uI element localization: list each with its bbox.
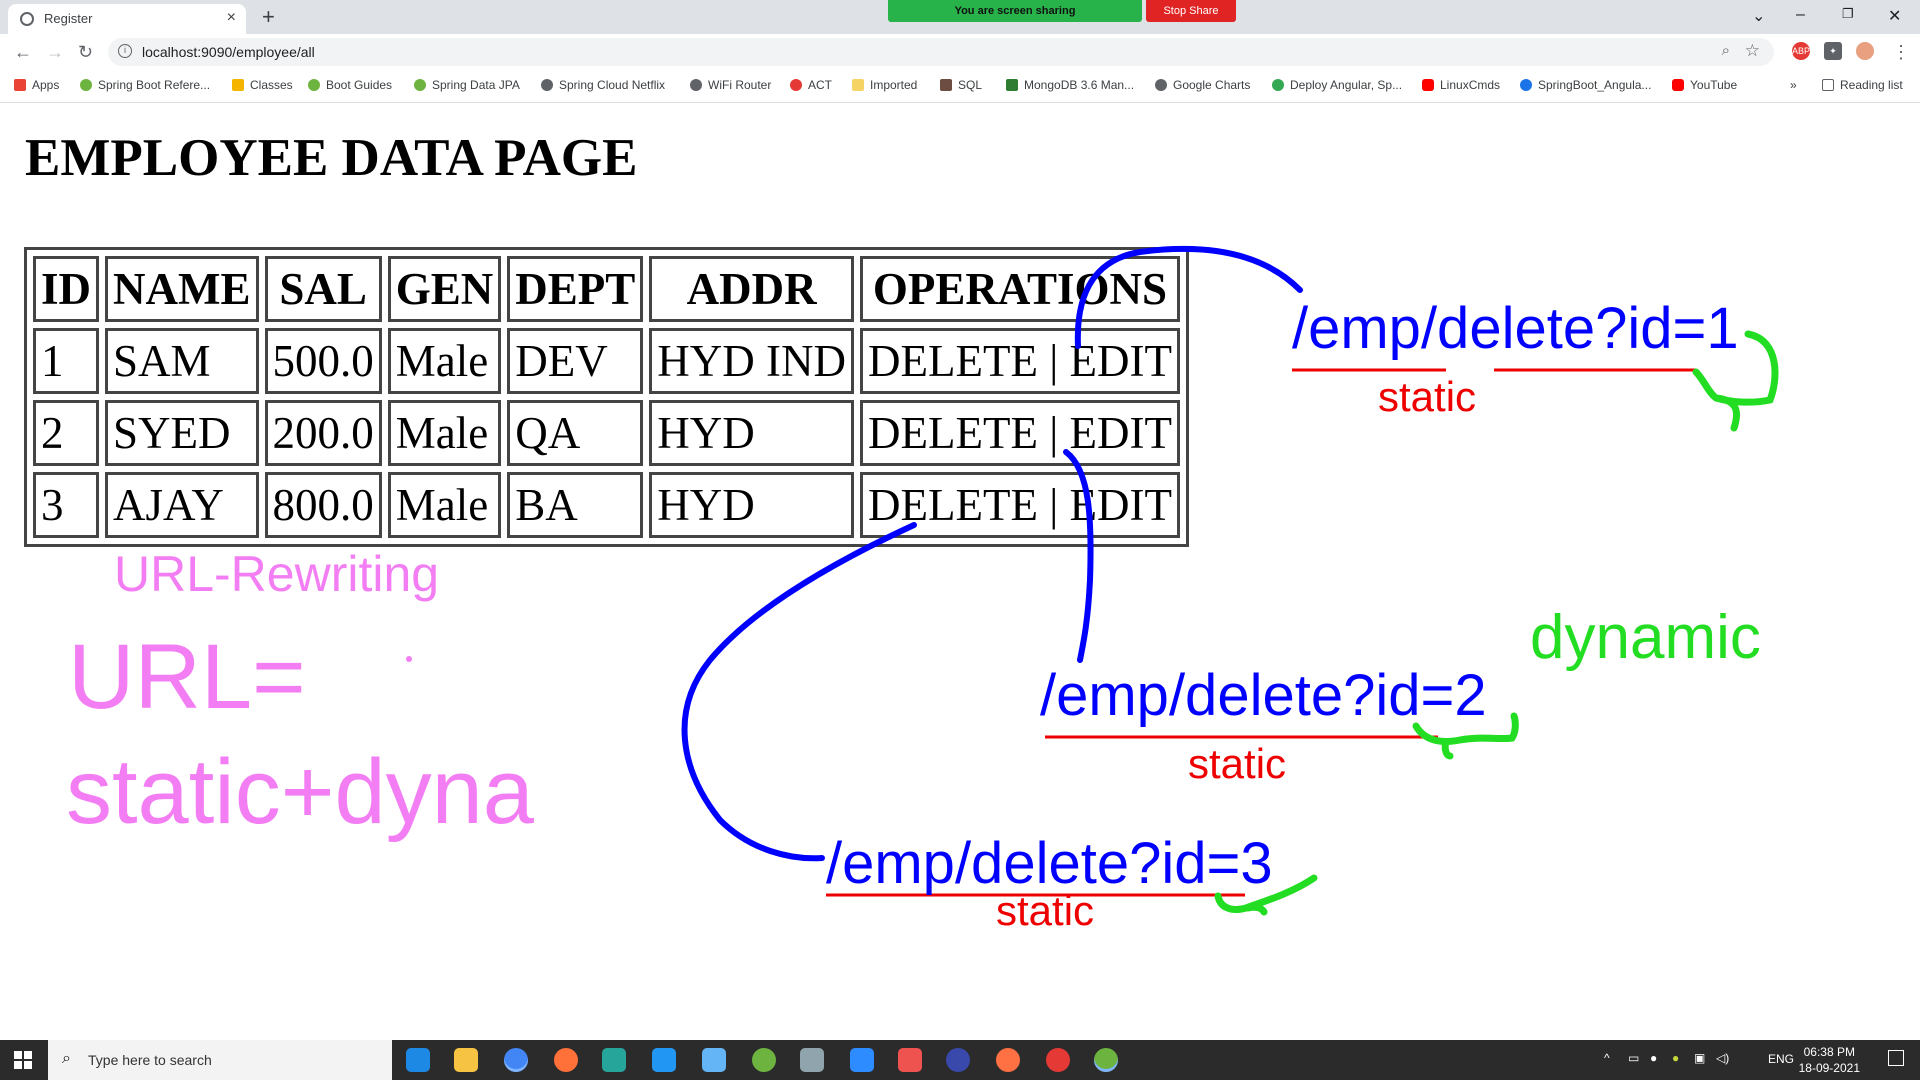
annotation-ink-layer [406,245,1779,916]
tray-display-icon[interactable]: ▭ [1628,1051,1639,1065]
static-dyna-note: static+dyna [66,741,534,843]
taskbar-clock[interactable]: 06:38 PM 18-09-2021 [1799,1044,1860,1076]
search-icon: ⌕ [62,1050,71,1067]
windows-start-icon[interactable] [14,1051,32,1069]
link-example-2: /emp/delete?id=2 [1040,663,1487,728]
camera-app-icon[interactable] [602,1048,626,1072]
notification-center-icon[interactable] [1888,1050,1904,1066]
zoom-app-icon[interactable] [850,1048,874,1072]
paint-icon[interactable] [898,1048,922,1072]
opera-icon[interactable] [1046,1048,1070,1072]
pink-dot [406,656,412,662]
microphone-icon[interactable]: ● [1650,1051,1657,1065]
eclipse-icon[interactable] [946,1048,970,1072]
tray-chevron-icon[interactable]: ^ [1604,1051,1610,1065]
app-icon[interactable] [702,1048,726,1072]
blue-curve-row3 [681,522,917,862]
spring-tool-suite-icon[interactable] [752,1048,776,1072]
windows-taskbar: ⌕ Type here to search ^ ▭ ● ● ▣ ◁) ENG 0… [0,1040,1920,1080]
dynamic-label: dynamic [1530,603,1761,672]
system-tray: ^ ▭ ● ● ▣ ◁) [1600,1040,1920,1080]
vscode-icon[interactable] [652,1048,676,1072]
url-rewriting-note: URL-Rewriting [114,546,440,602]
postman-icon[interactable] [996,1048,1020,1072]
edge-icon[interactable] [406,1048,430,1072]
tray-app-icon[interactable]: ● [1672,1051,1679,1065]
chrome-icon[interactable] [504,1048,528,1072]
language-indicator[interactable]: ENG [1768,1052,1794,1066]
blue-curve-row2 [1063,449,1094,663]
static-label-3: static [996,887,1095,934]
file-explorer-icon[interactable] [454,1048,478,1072]
spring-tool-suite-active-icon[interactable] [1094,1048,1118,1072]
clock-date: 18-09-2021 [1798,1061,1860,1075]
link-example-1: /emp/delete?id=1 [1292,296,1739,361]
blue-curve-row1 [1074,245,1303,349]
firefox-icon[interactable] [554,1048,578,1072]
static-label-2: static [1188,740,1287,787]
network-icon[interactable]: ▣ [1694,1051,1705,1065]
url-equals-note: URL= [68,626,306,728]
clock-time: 06:38 PM [1803,1045,1855,1059]
taskbar-search-box[interactable]: ⌕ Type here to search [48,1040,392,1080]
snipping-tool-icon[interactable] [800,1048,824,1072]
volume-icon[interactable]: ◁) [1716,1051,1729,1065]
taskbar-search-placeholder: Type here to search [88,1052,212,1068]
static-label-1: static [1378,373,1477,420]
